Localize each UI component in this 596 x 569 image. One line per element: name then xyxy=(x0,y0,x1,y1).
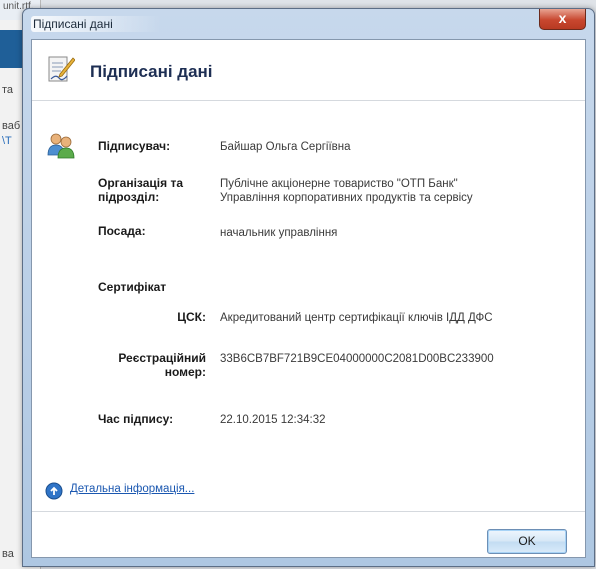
dialog-heading: Підписані дані xyxy=(90,62,213,81)
close-icon: x xyxy=(558,10,567,26)
position-label: Посада: xyxy=(98,224,146,238)
organization-label: Організація та підрозділ: xyxy=(98,176,183,204)
registration-number-label: Реєстраційний номер: xyxy=(118,351,206,379)
footer-divider xyxy=(32,511,585,512)
certificate-heading: Сертифікат xyxy=(98,280,167,294)
window-title: Підписані дані xyxy=(31,16,161,32)
registration-number-value: 33B6CB7BF721B9CE04000000C2081D00BC233900 xyxy=(220,353,494,365)
organization-value: Публічне акціонерне товариство "ОТП Банк… xyxy=(220,178,473,204)
signed-data-dialog: Підписані дані x Підписані дані Підписув… xyxy=(22,8,595,567)
details-link[interactable]: Детальна інформація... xyxy=(70,483,194,495)
background-text: ва xyxy=(2,548,14,560)
signer-value: Байшар Ольга Сергіївна xyxy=(220,141,351,153)
close-button[interactable]: x xyxy=(539,9,586,30)
dialog-content: Підписані дані Підписувач: Байшар Ольга … xyxy=(31,39,586,558)
background-link: \Т xyxy=(2,135,12,147)
users-icon xyxy=(47,133,75,159)
document-pen-icon xyxy=(48,56,75,82)
signer-label: Підписувач: xyxy=(98,139,171,153)
dialog-header: Підписані дані xyxy=(32,40,585,101)
title-bar[interactable]: Підписані дані x xyxy=(23,9,594,37)
ok-button[interactable]: OK xyxy=(487,529,567,554)
info-icon[interactable] xyxy=(45,482,63,500)
background-text: та xyxy=(2,84,14,96)
csk-value: Акредитований центр сертифікації ключів … xyxy=(220,312,493,324)
csk-label: ЦСК: xyxy=(177,310,206,324)
signing-time-label: Час підпису: xyxy=(98,412,174,426)
signing-time-value: 22.10.2015 12:34:32 xyxy=(220,414,326,426)
position-value: начальник управління xyxy=(220,227,338,239)
background-text: ваб xyxy=(2,120,21,132)
